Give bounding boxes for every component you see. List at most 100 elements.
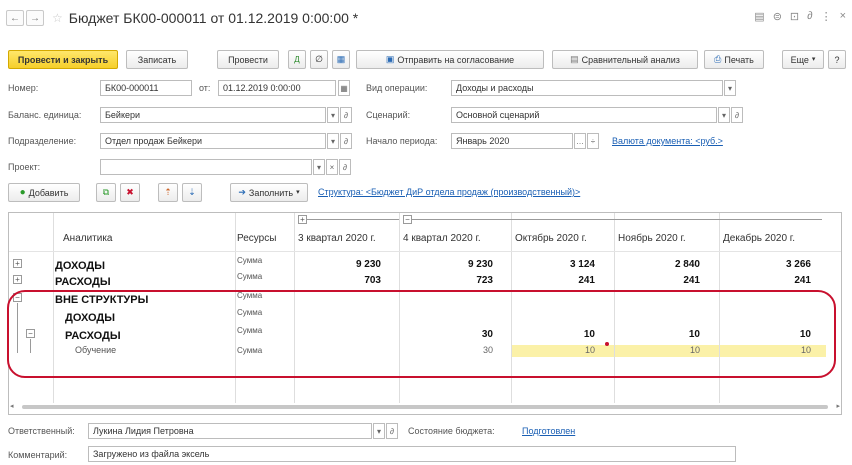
chevron-down-icon: ▾ <box>721 110 726 120</box>
dept-open-button[interactable]: ∂ <box>340 133 352 149</box>
cell-dec[interactable]: 3 266 <box>786 259 811 270</box>
header-divider <box>9 251 841 252</box>
close-icon[interactable]: × <box>840 10 846 23</box>
copy-icon: ⧉ <box>102 187 110 197</box>
print-icon[interactable]: ⊜ <box>773 10 782 23</box>
structure-link[interactable]: Структура: <Бюджет ДиР отдела продаж (пр… <box>318 187 580 197</box>
open-link-icon: ∂ <box>344 136 348 146</box>
header-q4[interactable]: 4 квартал 2020 г. <box>403 233 481 244</box>
help-button[interactable]: ? <box>828 50 846 69</box>
compare-button[interactable]: ▤ Сравнительный анализ <box>552 50 698 69</box>
expand-row-icon[interactable]: + <box>13 275 22 284</box>
send-approval-button[interactable]: ▣ Отправить на согласование <box>356 50 544 69</box>
date-from-label: от: <box>199 83 211 93</box>
open-link-icon: ∂ <box>344 110 348 120</box>
delete-icon: ✖ <box>126 187 134 197</box>
cell-q3[interactable]: 9 230 <box>356 259 381 270</box>
period-field[interactable]: Январь 2020 <box>451 133 573 149</box>
cell-q4[interactable]: 723 <box>476 275 493 286</box>
cell-oct[interactable]: 241 <box>578 275 595 286</box>
number-label: Номер: <box>8 83 39 93</box>
date-field[interactable]: 01.12.2019 0:00:00 <box>218 80 336 96</box>
window-title: Бюджет БК00-000011 от 01.12.2019 0:00:00… <box>68 10 359 26</box>
responsible-open-button[interactable]: ∂ <box>386 423 398 439</box>
highlight-annotation <box>7 290 836 378</box>
report-icon[interactable]: ▤ <box>754 10 764 23</box>
project-field[interactable] <box>100 159 312 175</box>
move-up-icon: ⇡ <box>164 187 172 197</box>
scenario-open-button[interactable]: ∂ <box>731 107 743 123</box>
comment-field[interactable]: Загружено из файла эксель <box>88 446 736 462</box>
link-icon[interactable]: ∂ <box>807 10 812 23</box>
copy-row-button[interactable]: ⧉ <box>96 183 116 202</box>
unit-open-button[interactable]: ∂ <box>340 107 352 123</box>
dept-field[interactable]: Отдел продаж Бейкери <box>100 133 326 149</box>
more-button[interactable]: Еще ▾ <box>782 50 824 69</box>
cell-nov[interactable]: 2 840 <box>675 259 700 270</box>
responsible-field[interactable]: Лукина Лидия Петровна <box>88 423 372 439</box>
preview-icon[interactable]: ⊡ <box>790 10 799 23</box>
clear-icon: × <box>329 162 335 172</box>
menu-icon[interactable]: ⋮ <box>821 10 832 23</box>
star-icon[interactable]: ☆ <box>52 11 63 25</box>
calendar-button[interactable]: ▦ <box>338 80 350 96</box>
print-label: Печать <box>724 54 754 65</box>
state-label: Состояние бюджета: <box>408 426 495 436</box>
unit-dropdown[interactable]: ▾ <box>327 107 339 123</box>
collapse-group-icon[interactable]: − <box>403 215 412 224</box>
cell-q3[interactable]: 703 <box>364 275 381 286</box>
forward-button[interactable]: → <box>26 10 44 26</box>
delete-row-button[interactable]: ✖ <box>120 183 140 202</box>
comment-label: Комментарий: <box>8 450 68 460</box>
unit-field[interactable]: Бейкери <box>100 107 326 123</box>
header-q3[interactable]: 3 квартал 2020 г. <box>298 233 376 244</box>
chevron-down-icon: ▾ <box>376 426 381 436</box>
post-close-button[interactable]: Провести и закрыть <box>8 50 118 69</box>
write-button[interactable]: Записать <box>126 50 188 69</box>
expand-row-icon[interactable]: + <box>13 259 22 268</box>
scroll-thumb[interactable] <box>22 405 828 409</box>
chevron-down-icon: ▾ <box>330 136 335 146</box>
structure-button[interactable]: ▦ <box>332 50 350 69</box>
project-clear-button[interactable]: × <box>326 159 338 175</box>
cell-q4[interactable]: 9 230 <box>468 259 493 270</box>
scenario-field[interactable]: Основной сценарий <box>451 107 717 123</box>
row-name[interactable]: ДОХОДЫ <box>55 260 105 272</box>
project-dropdown[interactable]: ▾ <box>313 159 325 175</box>
movements-button[interactable]: Д <box>288 50 306 69</box>
currency-link[interactable]: Валюта документа: <руб.> <box>612 136 723 146</box>
responsible-dropdown[interactable]: ▾ <box>373 423 385 439</box>
cell-dec[interactable]: 241 <box>794 275 811 286</box>
print-button[interactable]: ⎙ Печать <box>704 50 764 69</box>
cell-nov[interactable]: 241 <box>683 275 700 286</box>
header-analytics[interactable]: Аналитика <box>63 233 113 244</box>
row-name[interactable]: РАСХОДЫ <box>55 276 111 288</box>
expand-group-icon[interactable]: + <box>298 215 307 224</box>
dept-dropdown[interactable]: ▾ <box>327 133 339 149</box>
move-up-button[interactable]: ⇡ <box>158 183 178 202</box>
header-oct[interactable]: Октябрь 2020 г. <box>515 233 587 244</box>
scroll-right-icon[interactable]: ▸ <box>836 402 840 410</box>
movements-icon: Д <box>294 54 300 64</box>
back-button[interactable]: ← <box>6 10 24 26</box>
period-stepper[interactable]: ÷ <box>587 133 599 149</box>
op-type-field[interactable]: Доходы и расходы <box>451 80 723 96</box>
header-nov[interactable]: Ноябрь 2020 г. <box>618 233 686 244</box>
post-button[interactable]: Провести <box>217 50 279 69</box>
move-down-button[interactable]: ⇣ <box>182 183 202 202</box>
scenario-dropdown[interactable]: ▾ <box>718 107 730 123</box>
arrow-left-icon: ← <box>10 12 20 24</box>
header-resources[interactable]: Ресурсы <box>237 233 276 244</box>
fill-button[interactable]: ➔ Заполнить ▾ <box>230 183 308 202</box>
period-select-button[interactable]: … <box>574 133 586 149</box>
project-open-button[interactable]: ∂ <box>339 159 351 175</box>
horizontal-scrollbar[interactable]: ◂ ▸ <box>8 402 842 412</box>
attach-button[interactable]: ∅ <box>310 50 328 69</box>
scroll-left-icon[interactable]: ◂ <box>10 402 14 410</box>
op-type-dropdown[interactable]: ▾ <box>724 80 736 96</box>
number-field[interactable]: БК00-000011 <box>100 80 192 96</box>
state-link[interactable]: Подготовлен <box>522 426 575 436</box>
cell-oct[interactable]: 3 124 <box>570 259 595 270</box>
add-row-button[interactable]: ● Добавить <box>8 183 80 202</box>
header-dec[interactable]: Декабрь 2020 г. <box>723 233 795 244</box>
